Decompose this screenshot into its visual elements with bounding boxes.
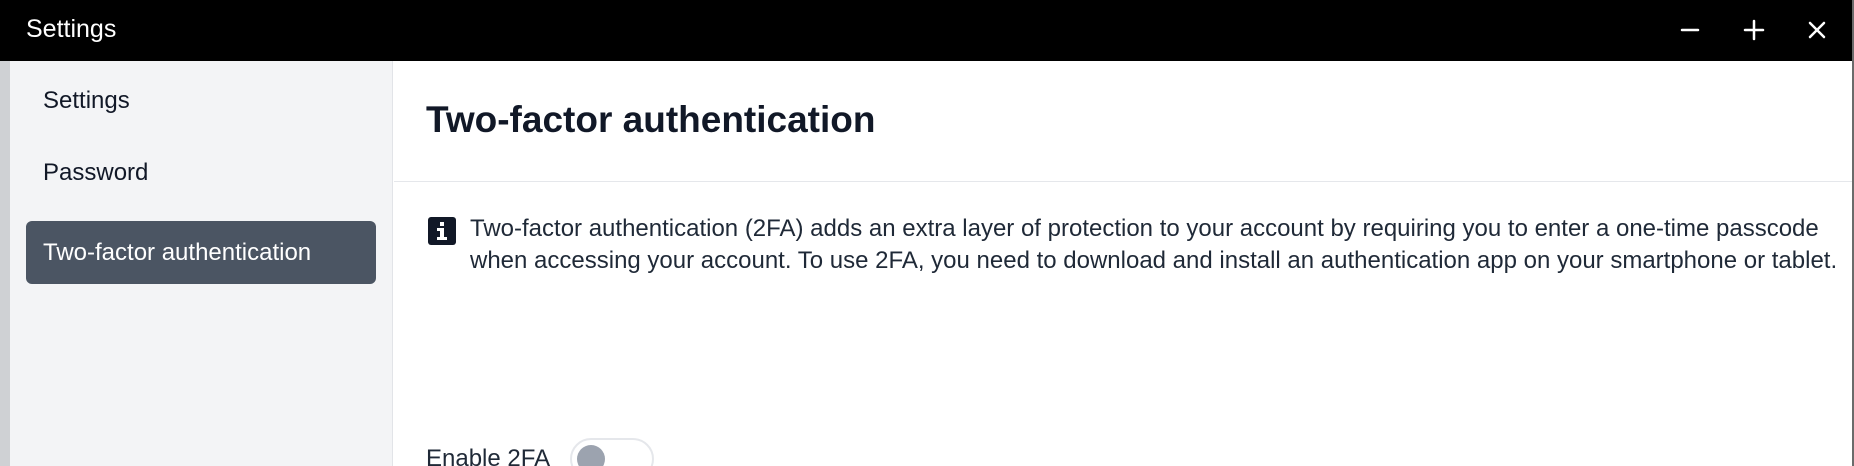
- enable-2fa-toggle[interactable]: [570, 438, 654, 466]
- minimize-icon: [1680, 28, 1700, 32]
- close-icon: [1808, 21, 1826, 39]
- close-button[interactable]: [1797, 10, 1837, 50]
- maximize-button[interactable]: [1734, 10, 1774, 50]
- info-description: Two-factor authentication (2FA) adds an …: [470, 215, 1838, 274]
- window-title: Settings: [26, 15, 117, 43]
- main-panel: Two-factor authentication Two-factor aut…: [394, 61, 1852, 466]
- settings-sidebar: Settings Password Two-factor authenticat…: [10, 61, 393, 466]
- sidebar-item-two-factor-authentication[interactable]: Two-factor authentication: [26, 221, 376, 284]
- settings-window: Settings Settings Password Two-factor au…: [0, 0, 1852, 466]
- minimize-button[interactable]: [1670, 10, 1710, 50]
- sidebar-item-password[interactable]: Password: [26, 141, 376, 204]
- sidebar-item-settings[interactable]: Settings: [26, 69, 376, 132]
- title-bar: Settings: [0, 0, 1852, 61]
- toggle-knob: [577, 445, 605, 466]
- title-divider: [394, 181, 1852, 182]
- info-icon: [428, 217, 456, 245]
- window-edge: [0, 61, 10, 466]
- enable-2fa-label: Enable 2FA: [426, 445, 551, 466]
- maximize-icon: [1743, 19, 1765, 41]
- page-title: Two-factor authentication: [426, 99, 876, 140]
